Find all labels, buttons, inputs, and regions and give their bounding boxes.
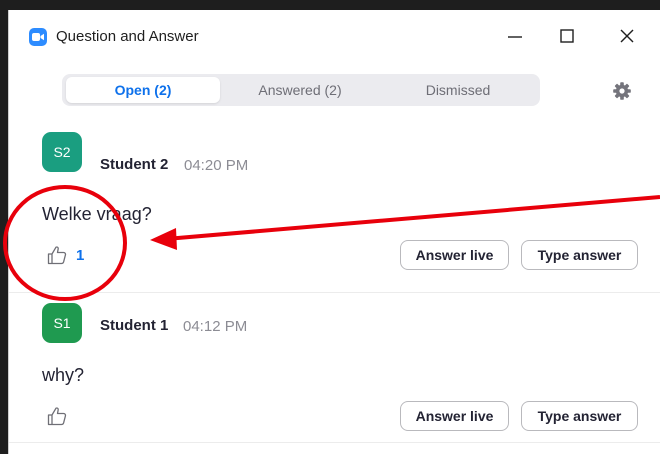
window-title: Question and Answer bbox=[56, 28, 199, 45]
gear-icon[interactable] bbox=[612, 81, 632, 101]
answer-live-button[interactable]: Answer live bbox=[400, 240, 509, 270]
divider bbox=[9, 442, 660, 443]
question-text: why? bbox=[42, 365, 85, 385]
question-text: Welke vraag? bbox=[42, 204, 152, 224]
qa-window: Question and Answer Open (2) Answered (2… bbox=[8, 10, 660, 454]
tab-open[interactable]: Open (2) bbox=[66, 77, 220, 103]
thumbs-up-icon[interactable] bbox=[46, 405, 68, 427]
close-icon bbox=[620, 29, 634, 43]
close-button[interactable] bbox=[605, 20, 649, 52]
minimize-button[interactable] bbox=[493, 20, 537, 52]
like-count: 1 bbox=[76, 247, 85, 264]
question-time: 04:20 PM bbox=[184, 157, 249, 174]
question-time: 04:12 PM bbox=[183, 318, 248, 335]
maximize-icon bbox=[560, 29, 574, 43]
maximize-button[interactable] bbox=[545, 20, 589, 52]
zoom-app-icon bbox=[29, 28, 47, 46]
type-answer-button[interactable]: Type answer bbox=[521, 401, 638, 431]
thumbs-up-icon[interactable] bbox=[46, 244, 68, 266]
answer-live-button[interactable]: Answer live bbox=[400, 401, 509, 431]
title-bar: Question and Answer bbox=[9, 10, 660, 62]
tab-dismissed[interactable]: Dismissed bbox=[380, 77, 536, 103]
question-item: S2 Student 2 04:20 PM Welke vraag? 1 Ans… bbox=[9, 132, 660, 292]
student-name: Student 1 bbox=[100, 317, 169, 334]
type-answer-button[interactable]: Type answer bbox=[521, 240, 638, 270]
student-name: Student 2 bbox=[100, 156, 169, 173]
tab-answered[interactable]: Answered (2) bbox=[220, 77, 380, 103]
avatar: S1 bbox=[42, 303, 82, 343]
tab-bar: Open (2) Answered (2) Dismissed bbox=[62, 74, 540, 106]
question-item: S1 Student 1 04:12 PM why? Answer live T… bbox=[9, 292, 660, 452]
minimize-icon bbox=[508, 36, 522, 38]
avatar: S2 bbox=[42, 132, 82, 172]
